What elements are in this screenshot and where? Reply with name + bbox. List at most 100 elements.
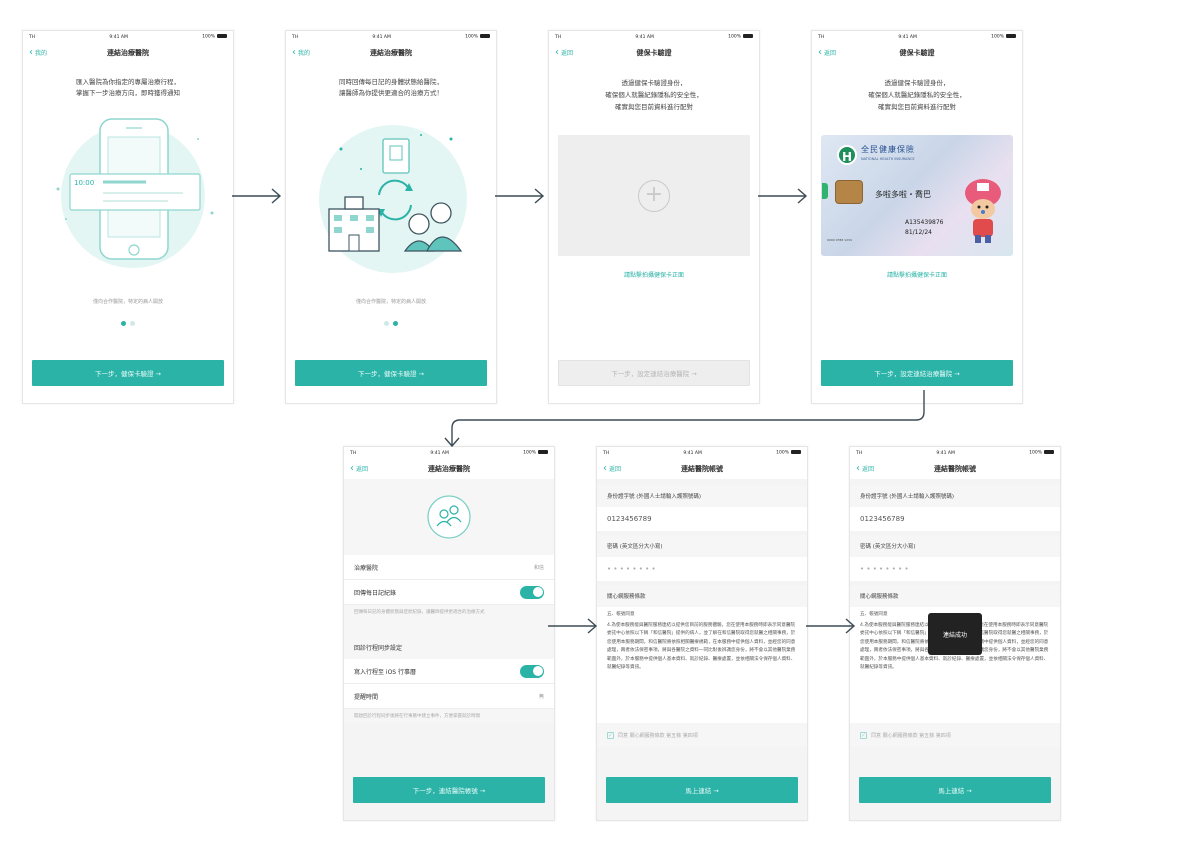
page-title: 連結醫院帳號	[681, 465, 723, 473]
clock: 9:41 AM	[683, 450, 702, 456]
carrier: TH	[555, 34, 562, 40]
password-input[interactable]: • • • • • • • •	[850, 557, 1060, 581]
link-now-button[interactable]: 馬上連結 →	[859, 777, 1051, 803]
flow-arrow-2-to-3	[495, 188, 545, 204]
screen-insurance-card-captured: TH 9:41 AM 100% ‹ 返回 健保卡驗證 透過健保卡驗證身份， 確保個…	[811, 30, 1023, 404]
password-label: 密碼 (英文區分大小寫)	[597, 535, 807, 557]
page-indicator	[286, 311, 496, 330]
intro-text: 匯入醫院為你指定的專屬治療行程， 掌握下一步治療方向，即時獲得通知	[76, 78, 180, 97]
card-title: 全民健康保險	[861, 145, 915, 154]
calendar-import-toggle[interactable]	[520, 664, 544, 678]
id-input[interactable]: 0123456789	[850, 507, 1060, 531]
agree-label: 同意 關心網服務條款 第五條 第四項	[618, 732, 698, 739]
page-dot-2[interactable]	[130, 321, 135, 326]
chevron-left-icon: ‹	[292, 46, 296, 58]
link-icon-area	[344, 479, 554, 555]
flow-arrow-1-to-2	[232, 188, 282, 204]
back-button[interactable]: ‹ 返回	[818, 46, 836, 58]
remind-time-row[interactable]: 提醒時間 無	[344, 684, 554, 709]
sync-diary-row: 回傳每日記紀錄	[344, 580, 554, 605]
back-button[interactable]: ‹ 返回	[856, 462, 874, 474]
flow-arrow-3-to-4	[758, 188, 808, 204]
nhi-logo-icon: H	[837, 145, 857, 165]
card-birthdate: 81/12/24	[905, 229, 932, 236]
battery: 100%	[991, 34, 1016, 40]
take-photo-link[interactable]: 請點擊拍攝健保卡正面	[812, 270, 1022, 279]
next-button[interactable]: 下一步，健保卡驗證 →	[32, 360, 224, 386]
section-calendar-sync: 回診行程同步設定	[344, 635, 554, 659]
card-subtitle: NATIONAL HEALTH INSURANCE	[861, 157, 915, 161]
password-label: 密碼 (英文區分大小寫)	[850, 535, 1060, 557]
notification-time: 10:00	[74, 179, 94, 187]
hospital-value: 和信	[533, 564, 544, 571]
checkbox-icon[interactable]: ✓	[607, 731, 614, 739]
calendar-import-row: 寫入行程至 iOS 行事曆	[344, 659, 554, 684]
carrier: TH	[29, 34, 36, 40]
card-photo-upload[interactable]: +	[558, 135, 750, 256]
status-bar: TH 9:41 AM 100%	[344, 447, 554, 459]
chevron-left-icon: ‹	[29, 46, 33, 58]
screen-link-hospital-intro-2: TH 9:41 AM 100% ‹ 我的 連結治療醫院 同時回傳每日記的身體狀態給…	[285, 30, 497, 404]
chevron-left-icon: ‹	[555, 46, 559, 58]
nav-bar: ‹ 我的 連結治療醫院	[286, 43, 496, 63]
next-button[interactable]: 下一步，連結醫院帳號 →	[353, 777, 545, 803]
take-photo-link[interactable]: 請點擊拍攝健保卡正面	[549, 270, 759, 279]
clock: 9:41 AM	[898, 34, 917, 40]
screen-insurance-card-empty: TH 9:41 AM 100% ‹ 返回 健保卡驗證 透過健保卡驗證身份， 確保個…	[548, 30, 760, 404]
sync-diary-label: 回傳每日記紀錄	[354, 589, 397, 597]
terms-body: 4.為使本服務能與醫院服務連結以提供您目前的服務體驗，您在使用本服務時即表示同意…	[607, 622, 796, 671]
page-title: 連結醫院帳號	[934, 465, 976, 473]
intro-text: 透過健保卡驗證身份， 確保個人就醫紀錄隱私的安全性， 確實與您目前資料進行配對	[868, 79, 966, 111]
page-dot-1[interactable]	[384, 321, 389, 326]
next-button-disabled[interactable]: 下一步，設定連結治療醫院 →	[558, 360, 750, 386]
caption: 僅向合作醫院，特定的病人開放	[355, 299, 426, 305]
calendar-note: 開啟回診行程同步後將在行事曆中建立事件，方便掌握就診時間	[344, 709, 554, 723]
id-label: 身份證字號 (外國人士請輸入護照號碼)	[850, 485, 1060, 507]
clock: 9:41 AM	[372, 34, 391, 40]
link-now-button[interactable]: 馬上連結 →	[606, 777, 798, 803]
agree-row[interactable]: ✓ 同意 關心網服務條款 第五條 第四項	[597, 723, 807, 747]
back-button[interactable]: ‹ 我的	[292, 46, 310, 58]
back-button[interactable]: ‹ 返回	[555, 46, 573, 58]
back-button[interactable]: ‹ 我的	[29, 46, 47, 58]
back-button[interactable]: ‹ 返回	[603, 463, 621, 473]
back-button[interactable]: ‹ 返回	[350, 463, 368, 473]
intro-text: 透過健保卡驗證身份， 確保個人就醫紀錄隱私的安全性， 確實與您目前資料進行配對	[605, 79, 703, 111]
page-dot-2[interactable]	[393, 321, 398, 326]
terms-text[interactable]: 五、帳號同意 4.為使本服務能與醫院服務連結以提供您目前的服務體驗，您在使用本服…	[597, 607, 807, 723]
agree-row[interactable]: ✓ 同意 關心網服務條款 第五條 第四項	[850, 723, 1060, 747]
carrier: TH	[856, 450, 863, 456]
clock: 9:41 AM	[635, 34, 654, 40]
remind-time-label: 提醒時間	[354, 693, 379, 701]
status-bar: TH 9:41 AM 100%	[812, 31, 1022, 43]
page-title: 健保卡驗證	[636, 49, 672, 57]
next-button[interactable]: 下一步，設定連結治療醫院 →	[821, 360, 1013, 386]
nav-bar: ‹ 返回 連結醫院帳號	[850, 459, 1060, 479]
page-title: 連結治療醫院	[428, 465, 470, 473]
clock: 9:41 AM	[109, 34, 128, 40]
card-chip-icon	[835, 180, 863, 204]
insurance-card-photo[interactable]: H 全民健康保險 NATIONAL HEALTH INSURANCE 多啦多啦・…	[821, 135, 1013, 256]
id-input[interactable]: 0123456789	[597, 507, 807, 531]
chevron-left-icon: ‹	[856, 462, 860, 474]
screen-link-hospital-intro-1: TH 9:41 AM 100% ‹ 我的 連結治療醫院 匯入醫院為你指定的專屬治療…	[22, 30, 234, 404]
next-button[interactable]: 下一步，健保卡驗證 →	[295, 360, 487, 386]
hospital-row[interactable]: 治療醫院 和信	[344, 555, 554, 580]
chevron-left-icon: ‹	[818, 46, 822, 58]
screen-link-settings: TH 9:41 AM 100% ‹ 返回 連結治療醫院 治療醫院 和信 回傳每日記…	[343, 446, 555, 821]
terms-heading: 五、帳號同意	[607, 612, 635, 617]
password-input[interactable]: • • • • • • • •	[597, 557, 807, 581]
intro-text: 同時回傳每日記的身體狀態給醫院， 讓醫師為你提供更適合的治療方式！	[339, 78, 443, 97]
carrier: TH	[818, 34, 825, 40]
battery: 100%	[728, 34, 753, 40]
id-label: 身份證字號 (外國人士請輸入護照號碼)	[597, 485, 807, 507]
battery: 100%	[776, 450, 801, 456]
sync-diary-toggle[interactable]	[520, 585, 544, 599]
checkbox-icon[interactable]: ✓	[860, 731, 867, 739]
page-dot-1[interactable]	[121, 321, 126, 326]
flow-arrow-6-to-7	[806, 618, 856, 634]
page-title: 連結治療醫院	[370, 49, 412, 57]
plus-icon: +	[638, 179, 670, 212]
calendar-import-label: 寫入行程至 iOS 行事曆	[354, 668, 417, 676]
hospital-sync-illustration	[301, 109, 481, 284]
